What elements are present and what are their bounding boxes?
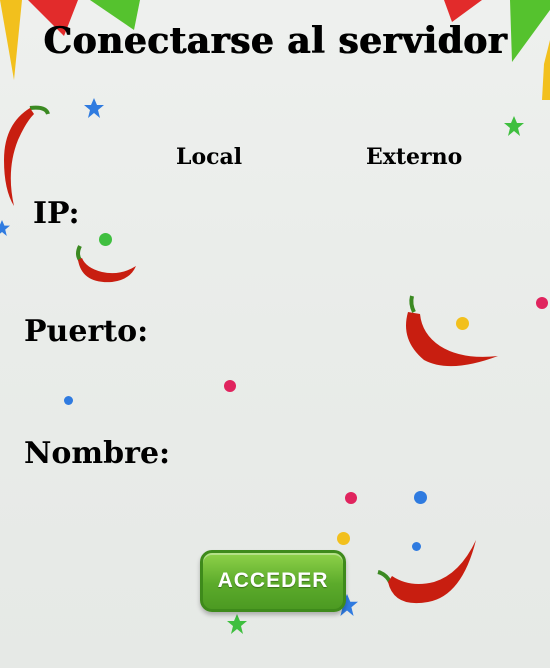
- column-header-external: Externo: [366, 144, 463, 170]
- page-title: Conectarse al servidor: [43, 20, 507, 62]
- ip-local-input[interactable]: [150, 200, 304, 236]
- chili-pepper-icon: [4, 105, 50, 206]
- column-header-local: Local: [176, 144, 243, 170]
- chili-pepper-icon: [76, 245, 136, 283]
- confetti-dot-icon: [536, 297, 548, 309]
- chili-pepper-icon: [377, 540, 476, 604]
- name-input[interactable]: [176, 440, 480, 476]
- port-external-input[interactable]: [340, 318, 494, 354]
- confetti-dot-icon: [337, 532, 350, 545]
- confetti-dot-icon: [412, 542, 421, 551]
- confetti-dot-icon: [99, 233, 112, 246]
- confetti-dot-icon: [224, 380, 236, 392]
- ip-label: IP:: [33, 196, 80, 231]
- star-icon: [0, 220, 10, 236]
- name-label: Nombre:: [24, 436, 171, 471]
- star-icon: [504, 116, 524, 136]
- acceder-button[interactable]: ACCEDER: [200, 550, 346, 612]
- ip-external-input[interactable]: [340, 200, 494, 236]
- star-icon: [84, 98, 104, 118]
- port-local-input[interactable]: [150, 318, 304, 354]
- star-icon: [227, 614, 247, 634]
- confetti-dot-icon: [345, 492, 357, 504]
- confetti-dot-icon: [64, 396, 73, 405]
- confetti-dot-icon: [414, 491, 427, 504]
- port-label: Puerto:: [24, 314, 149, 349]
